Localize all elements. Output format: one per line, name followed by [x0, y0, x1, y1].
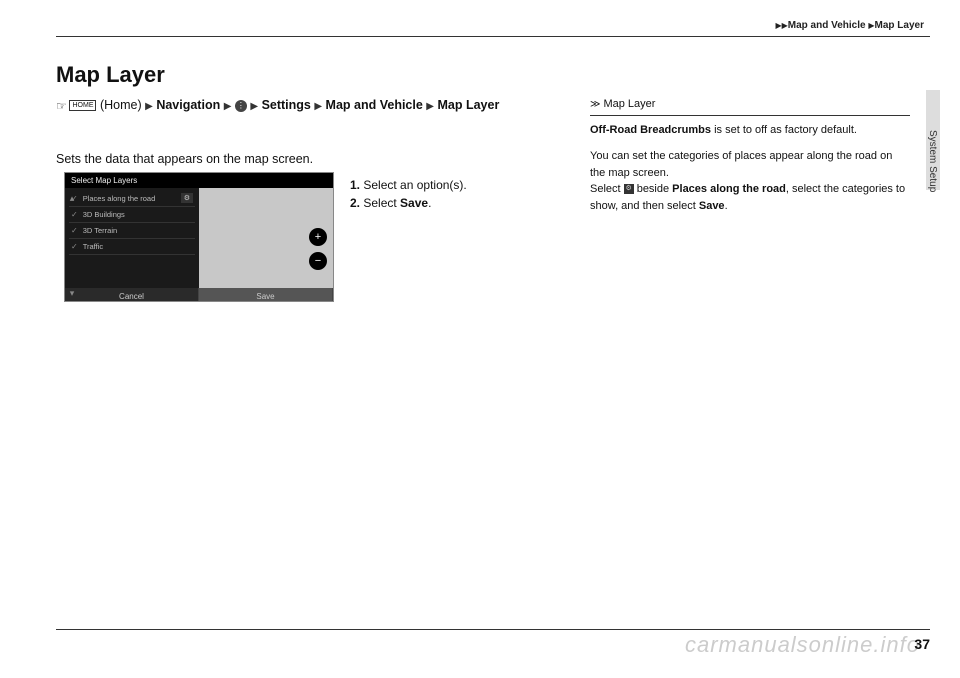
- page-title: Map Layer: [56, 62, 165, 88]
- option-row: ✓Traffic: [69, 239, 195, 255]
- home-icon: HOME: [69, 100, 96, 111]
- triangle-icon: ▶: [426, 101, 434, 112]
- instruction-steps: 1. Select an option(s). 2. Select Save.: [350, 176, 467, 212]
- menu-dots-icon: ⋮: [235, 100, 247, 112]
- option-row: ✓Places along the road⚙: [69, 190, 195, 207]
- description-text: Sets the data that appears on the map sc…: [56, 152, 313, 166]
- step-2: 2. Select Save.: [350, 194, 467, 212]
- triangle-icon: ▶: [314, 101, 322, 112]
- scroll-up-icon: ▴: [67, 193, 77, 204]
- zoom-out-icon: −: [309, 252, 327, 270]
- scroll-down-icon: ▾: [67, 288, 77, 299]
- check-icon: ✓: [71, 210, 78, 219]
- page-number: 37: [914, 636, 930, 652]
- link-icon: ≫: [590, 99, 600, 110]
- info-paragraph: Off-Road Breadcrumbs is set to off as fa…: [590, 122, 910, 139]
- header-rule: [56, 36, 930, 37]
- screenshot-map-preview: + −: [199, 188, 333, 288]
- footer-rule: [56, 629, 930, 630]
- zoom-in-icon: +: [309, 228, 327, 246]
- check-icon: ✓: [71, 226, 78, 235]
- pointer-icon: ☞: [56, 97, 66, 115]
- triangle-icon: ▶: [145, 101, 153, 112]
- breadcrumb: ▶▶Map and Vehicle ▶Map Layer: [775, 20, 924, 31]
- side-section-label: System Setup: [927, 130, 938, 192]
- gear-icon: ⚙: [181, 193, 193, 203]
- info-header: ≫Map Layer: [590, 96, 910, 116]
- cancel-button: Cancel: [65, 288, 199, 302]
- screenshot-title: Select Map Layers: [65, 173, 333, 188]
- step-1: 1. Select an option(s).: [350, 176, 467, 194]
- option-row: ✓3D Buildings: [69, 207, 195, 223]
- info-sidebar: ≫Map Layer Off-Road Breadcrumbs is set t…: [590, 96, 910, 224]
- triangle-icon: ▶: [250, 101, 258, 112]
- watermark-text: carmanualsonline.info: [685, 632, 920, 658]
- info-paragraph: You can set the categories of places app…: [590, 148, 910, 214]
- screenshot-select-map-layers: Select Map Layers ▴ ✓Places along the ro…: [64, 172, 334, 302]
- gear-icon: ⚙: [624, 184, 634, 194]
- navigation-path: ☞ HOME (Home) ▶ Navigation ▶ ⋮ ▶ Setting…: [56, 96, 566, 115]
- save-button: Save: [199, 288, 333, 302]
- triangle-icon: ▶: [224, 101, 232, 112]
- check-icon: ✓: [71, 242, 78, 251]
- option-row: ✓3D Terrain: [69, 223, 195, 239]
